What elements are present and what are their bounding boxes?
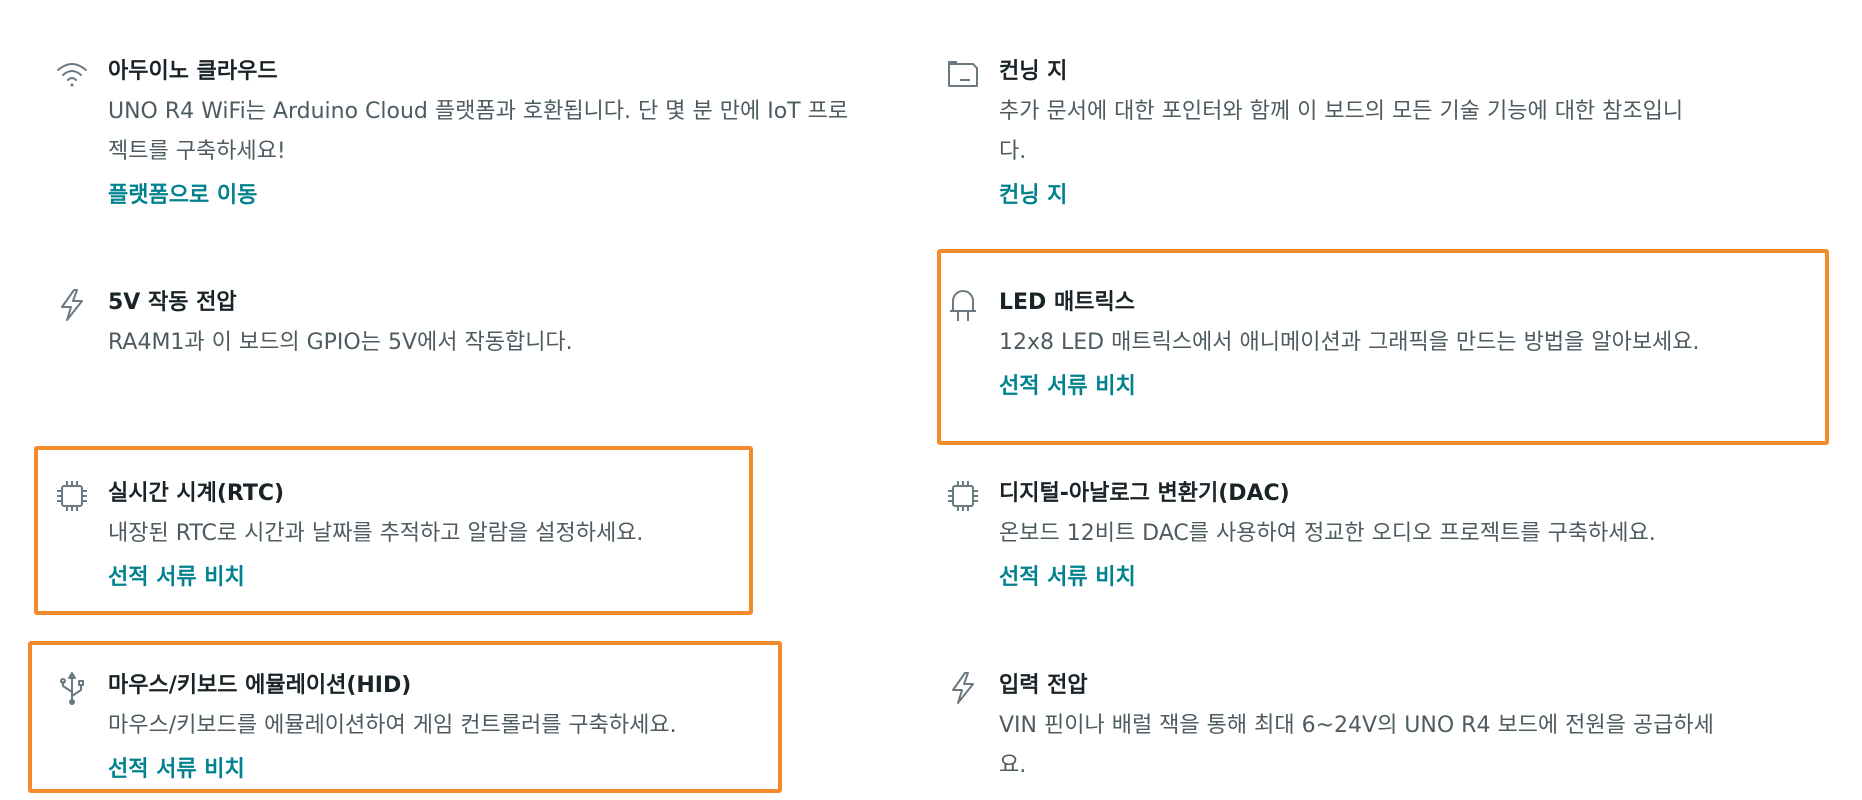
documentation-link[interactable]: 선적 서류 비치 <box>108 754 245 786</box>
feature-title: 실시간 시계(RTC) <box>108 481 285 506</box>
description-line: 마우스/키보드를 에뮬레이션하여 게임 컨트롤러를 구축하세요. <box>108 713 677 738</box>
description-line: 젝트를 구축하세요! <box>108 139 286 164</box>
feature-description: 온보드 12비트 DAC를 사용하여 정교한 오디오 프로젝트를 구축하세요. <box>999 514 1656 554</box>
description-line: VIN 핀이나 배럴 잭을 통해 최대 6~24V의 UNO R4 보드에 전원… <box>999 713 1714 738</box>
feature-description: 추가 문서에 대한 포인터와 함께 이 보드의 모든 기술 기능에 대한 참조입… <box>999 92 1683 172</box>
usb-icon <box>54 670 90 706</box>
cheat-sheet-link[interactable]: 컨닝 지 <box>999 180 1067 212</box>
feature-description: 내장된 RTC로 시간과 날짜를 추적하고 알람을 설정하세요. <box>108 514 643 554</box>
feature-hid: 마우스/키보드 에뮬레이션(HID) 마우스/키보드를 에뮬레이션하여 게임 컨… <box>54 670 774 794</box>
description-line: RA4M1과 이 보드의 GPIO는 5V에서 작동합니다. <box>108 330 573 355</box>
chip-icon <box>945 478 981 514</box>
description-line: 추가 문서에 대한 포인터와 함께 이 보드의 모든 기술 기능에 대한 참조입… <box>999 99 1684 124</box>
documentation-link[interactable]: 선적 서류 비치 <box>108 562 245 594</box>
feature-description: VIN 핀이나 배럴 잭을 통해 최대 6~24V의 UNO R4 보드에 전원… <box>999 706 1714 786</box>
lightning-icon <box>54 287 90 323</box>
chip-icon <box>54 478 90 514</box>
cheat-sheet-icon <box>945 56 981 92</box>
feature-title: 디지털-아날로그 변환기(DAC) <box>999 481 1290 506</box>
description-line: 요. <box>999 753 1027 778</box>
feature-title: 아두이노 클라우드 <box>108 59 278 84</box>
feature-title: 5V 작동 전압 <box>108 290 237 315</box>
feature-arduino-cloud: 아두이노 클라우드 UNO R4 WiFi는 Arduino Cloud 플랫폼… <box>54 56 914 216</box>
feature-description: 12x8 LED 매트릭스에서 애니메이션과 그래픽을 만드는 방법을 알아보세… <box>999 323 1700 363</box>
feature-title: 컨닝 지 <box>999 59 1068 84</box>
description-line: 12x8 LED 매트릭스에서 애니메이션과 그래픽을 만드는 방법을 알아보세… <box>999 330 1700 355</box>
led-icon <box>945 287 981 323</box>
feature-led-matrix: LED 매트릭스 12x8 LED 매트릭스에서 애니메이션과 그래픽을 만드는… <box>945 287 1805 417</box>
description-line: 다. <box>999 139 1027 164</box>
feature-title: 입력 전압 <box>999 673 1088 698</box>
description-line: UNO R4 WiFi는 Arduino Cloud 플랫폼과 호환됩니다. 단… <box>108 99 849 124</box>
description-line: 온보드 12비트 DAC를 사용하여 정교한 오디오 프로젝트를 구축하세요. <box>999 521 1656 546</box>
wifi-icon <box>54 56 90 92</box>
documentation-link[interactable]: 선적 서류 비치 <box>999 562 1136 594</box>
feature-cheat-sheet: 컨닝 지 추가 문서에 대한 포인터와 함께 이 보드의 모든 기술 기능에 대… <box>945 56 1805 216</box>
feature-5v-voltage: 5V 작동 전압 RA4M1과 이 보드의 GPIO는 5V에서 작동합니다. <box>54 287 914 377</box>
feature-dac: 디지털-아날로그 변환기(DAC) 온보드 12비트 DAC를 사용하여 정교한… <box>945 478 1805 608</box>
description-line: 내장된 RTC로 시간과 날짜를 추적하고 알람을 설정하세요. <box>108 521 644 546</box>
feature-description: 마우스/키보드를 에뮬레이션하여 게임 컨트롤러를 구축하세요. <box>108 706 677 746</box>
feature-title: 마우스/키보드 에뮬레이션(HID) <box>108 673 412 698</box>
feature-rtc: 실시간 시계(RTC) 내장된 RTC로 시간과 날짜를 추적하고 알람을 설정… <box>54 478 754 608</box>
feature-description: RA4M1과 이 보드의 GPIO는 5V에서 작동합니다. <box>108 323 573 363</box>
feature-input-voltage: 입력 전압 VIN 핀이나 배럴 잭을 통해 최대 6~24V의 UNO R4 … <box>945 670 1805 794</box>
lightning-icon <box>945 670 981 706</box>
go-to-platform-link[interactable]: 플랫폼으로 이동 <box>108 180 257 212</box>
feature-title: LED 매트릭스 <box>999 290 1135 315</box>
feature-description: UNO R4 WiFi는 Arduino Cloud 플랫폼과 호환됩니다. 단… <box>108 92 848 172</box>
documentation-link[interactable]: 선적 서류 비치 <box>999 371 1136 403</box>
